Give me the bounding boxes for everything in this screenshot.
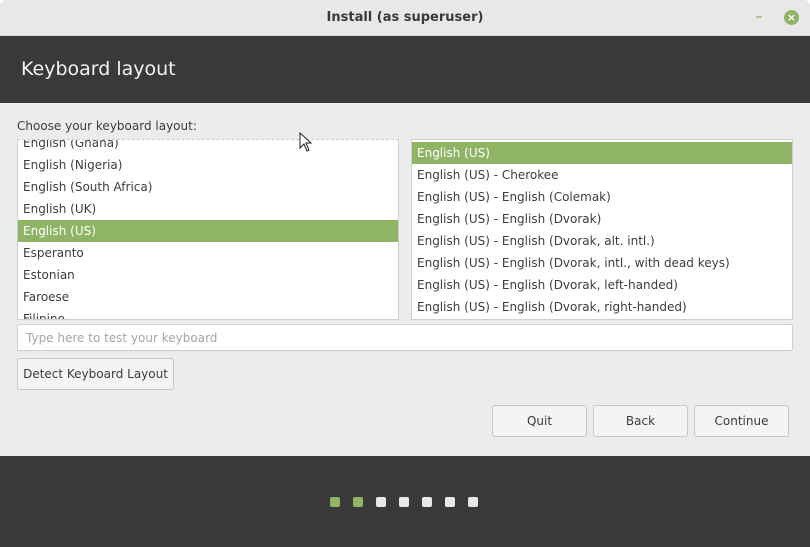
variant-list[interactable]: English (US) English (US) - Cherokee Eng… [411,139,793,320]
list-item[interactable]: English (US) - English (Dvorak, left-han… [412,274,792,296]
progress-step [353,497,363,507]
list-item[interactable]: Faroese [18,286,398,308]
list-item[interactable]: Filipino [18,308,398,319]
list-item[interactable]: English (Ghana) [18,140,398,154]
title-bar: Install (as superuser) – × [0,0,810,36]
footer-bar [0,456,810,547]
continue-button[interactable]: Continue [694,405,789,437]
quit-button[interactable]: Quit [492,405,587,437]
list-item[interactable]: English (UK) [18,198,398,220]
list-item[interactable]: English (South Africa) [18,176,398,198]
page-title: Keyboard layout [21,58,176,80]
header-banner: Keyboard layout [0,36,810,103]
list-item-selected[interactable]: English (US) [18,220,398,242]
keyboard-test-input[interactable] [17,324,793,351]
list-item[interactable]: Estonian [18,264,398,286]
minimize-icon[interactable]: – [752,9,766,25]
close-icon[interactable]: × [784,10,799,25]
list-item[interactable]: English (US) - English (Dvorak, intl., w… [412,252,792,274]
list-item[interactable]: English (US) - Cherokee [412,164,792,186]
progress-step [399,497,409,507]
window-title: Install (as superuser) [326,10,484,25]
content-area: Choose your keyboard layout: English (Gh… [0,103,810,456]
list-item-selected[interactable]: English (US) [412,142,792,164]
list-item[interactable]: English (US) - English (Colemak) [412,186,792,208]
list-item[interactable]: English (US) - English (Dvorak, alt. int… [412,230,792,252]
detect-layout-button[interactable]: Detect Keyboard Layout [17,358,174,390]
list-item[interactable]: English (Nigeria) [18,154,398,176]
back-button[interactable]: Back [593,405,688,437]
progress-step [422,497,432,507]
progress-step [330,497,340,507]
progress-step [468,497,478,507]
list-item[interactable]: English (US) - English (Dvorak, right-ha… [412,296,792,318]
list-item[interactable]: Esperanto [18,242,398,264]
layout-list[interactable]: English (Ghana) English (Nigeria) Englis… [17,139,399,320]
list-item[interactable]: English (US) - English (Dvorak) [412,208,792,230]
installer-window: Install (as superuser) – × Keyboard layo… [0,0,810,547]
mouse-pointer-icon [299,132,313,152]
layout-prompt-label: Choose your keyboard layout: [17,119,197,133]
progress-step [376,497,386,507]
progress-step [445,497,455,507]
